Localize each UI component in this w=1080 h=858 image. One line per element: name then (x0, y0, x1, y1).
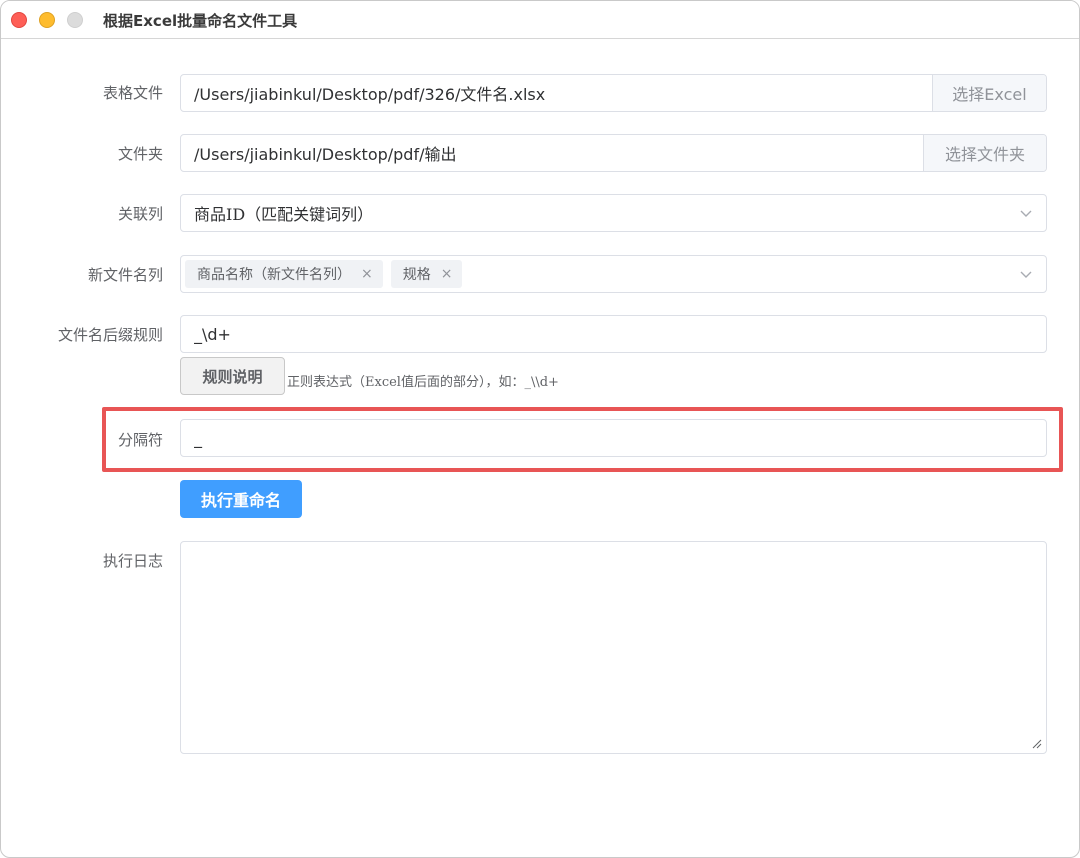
close-window-button[interactable] (11, 12, 27, 28)
folder-value: /Users/jiabinkul/Desktop/pdf/输出 (194, 145, 457, 164)
folder-input[interactable]: /Users/jiabinkul/Desktop/pdf/输出 选择文件夹 (180, 134, 1047, 172)
app-window: 根据Excel批量命名文件工具 表格文件 /Users/jiabinkul/De… (0, 0, 1080, 858)
rule-help-button[interactable]: 规则说明 (180, 357, 285, 395)
select-folder-button[interactable]: 选择文件夹 (923, 135, 1046, 171)
link-column-label: 关联列 (117, 205, 163, 223)
selected-tags: 商品名称（新文件名列） × 规格 × (185, 260, 1006, 288)
resize-handle-icon[interactable] (1032, 739, 1042, 749)
run-rename-button[interactable]: 执行重命名 (180, 480, 302, 518)
table-file-label: 表格文件 (102, 84, 163, 102)
select-excel-button[interactable]: 选择Excel (932, 75, 1046, 111)
remove-tag-icon[interactable]: × (441, 266, 453, 282)
suffix-rule-label: 文件名后缀规则 (57, 326, 163, 344)
folder-label: 文件夹 (117, 145, 163, 163)
log-textarea[interactable] (180, 541, 1047, 754)
new-name-column-label: 新文件名列 (87, 266, 163, 284)
minimize-window-button[interactable] (39, 12, 55, 28)
log-label: 执行日志 (102, 552, 163, 570)
suffix-rule-hint: 正则表达式（Excel值后面的部分），如：_\\d+ (287, 375, 559, 390)
suffix-rule-value: _\d+ (194, 324, 231, 344)
suffix-rule-input[interactable]: _\d+ (180, 315, 1047, 353)
title-bar: 根据Excel批量命名文件工具 (1, 1, 1079, 39)
tag-label: 规格 (402, 267, 431, 283)
new-name-column-multiselect[interactable]: 商品名称（新文件名列） × 规格 × (180, 255, 1047, 293)
tag-label: 商品名称（新文件名列） (197, 267, 351, 283)
highlight-box (102, 407, 1063, 472)
maximize-window-button[interactable] (67, 12, 83, 28)
window-title: 根据Excel批量命名文件工具 (103, 12, 298, 30)
chevron-down-icon (1006, 195, 1046, 231)
table-file-value: /Users/jiabinkul/Desktop/pdf/326/文件名.xls… (194, 85, 546, 104)
tag-item: 商品名称（新文件名列） × (185, 260, 383, 288)
table-file-input[interactable]: /Users/jiabinkul/Desktop/pdf/326/文件名.xls… (180, 74, 1047, 112)
tag-item: 规格 × (390, 260, 463, 288)
link-column-value: 商品ID（匹配关键词列） (194, 205, 374, 224)
remove-tag-icon[interactable]: × (361, 266, 373, 282)
link-column-select[interactable]: 商品ID（匹配关键词列） (180, 194, 1047, 232)
chevron-down-icon (1006, 256, 1046, 292)
